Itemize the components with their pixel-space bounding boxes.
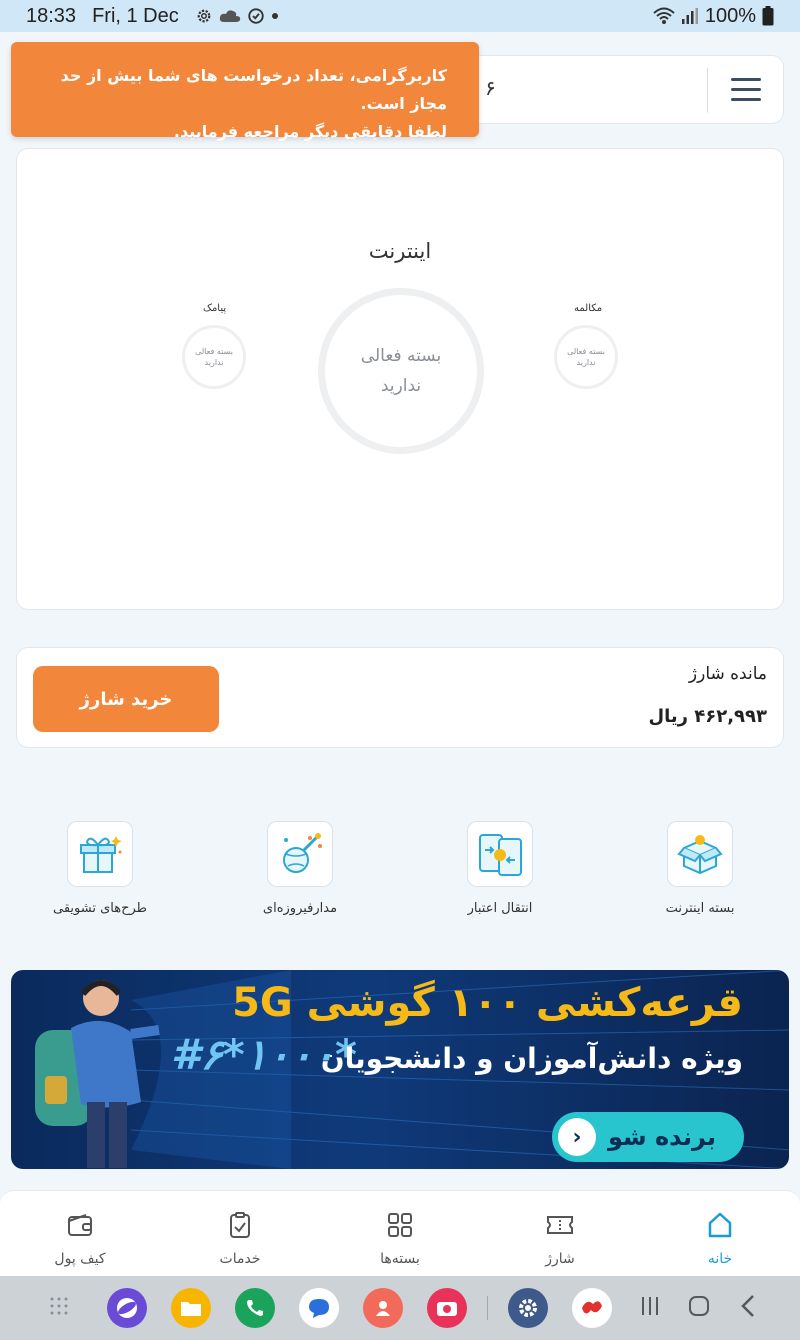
sync-status-icon — [248, 8, 264, 24]
back-button[interactable] — [740, 1294, 756, 1325]
service-label: انتقال اعتبار — [467, 901, 533, 916]
student-illustration — [35, 980, 160, 1168]
charge-balance-label: مانده شارژ — [688, 664, 767, 684]
charge-balance-amount: ۴۶۲,۹۹۳ ریال — [648, 706, 767, 727]
bottom-navigation: خانه شارژ بسته‌ها خدمات کیف پول — [0, 1190, 800, 1276]
nav-home[interactable]: خانه — [660, 1211, 780, 1267]
settings-status-icon — [197, 9, 211, 23]
sms-status-line-2: ندارید — [204, 358, 224, 367]
signal-icon — [681, 8, 698, 24]
recents-button[interactable] — [640, 1294, 660, 1324]
sms-label: پیامک — [203, 303, 227, 314]
messages-app-icon[interactable] — [299, 1288, 339, 1328]
nav-charge[interactable]: شارژ — [500, 1211, 620, 1267]
top-bar-divider — [707, 68, 708, 113]
home-button[interactable] — [688, 1294, 710, 1324]
nav-label: کیف پول — [54, 1251, 106, 1267]
wifi-icon — [653, 7, 675, 24]
toast-line-1: کاربرگرامی، تعداد درخواست های شما بیش از… — [60, 66, 447, 113]
service-credit-transfer[interactable]: انتقال اعتبار — [430, 821, 570, 916]
contacts-app-icon[interactable] — [363, 1288, 403, 1328]
menu-icon[interactable] — [731, 78, 761, 102]
call-status-line-1: بسته فعالی — [567, 347, 605, 356]
promo-banner[interactable]: #۶*۱۰۰۰* قرعه‌کشی ۱۰۰ گوشی 5G ویژه دانش‌… — [11, 970, 789, 1169]
buy-charge-button[interactable]: خرید شارژ — [33, 666, 219, 732]
call-ring[interactable]: بسته فعالی ندارید — [554, 325, 618, 389]
internet-package-icon — [667, 821, 733, 887]
call-status-line-2: ندارید — [576, 358, 596, 367]
packages-card[interactable]: اینترنت پیامک بسته فعالی ندارید بسته فعال… — [16, 148, 784, 610]
banner-cta-label: برنده شو — [608, 1123, 716, 1151]
settings-app-icon[interactable] — [508, 1288, 548, 1328]
service-label: بسته اینترنت — [665, 901, 735, 916]
sms-ring[interactable]: بسته فعالی ندارید — [182, 325, 246, 389]
nav-label: شارژ — [545, 1251, 575, 1267]
error-toast: کاربرگرامی، تعداد درخواست های شما بیش از… — [11, 42, 479, 141]
turquoise-orbit-icon — [267, 821, 333, 887]
credit-transfer-icon — [467, 821, 533, 887]
phone-app-icon[interactable] — [235, 1288, 275, 1328]
status-bar: 18:33 Fri, 1 Dec 100% — [0, 0, 800, 32]
home-icon — [708, 1212, 732, 1238]
service-label: طرح‌های تشویقی — [53, 901, 147, 916]
charge-card: مانده شارژ ۴۶۲,۹۹۳ ریال خرید شارژ — [16, 647, 784, 748]
wallet-icon — [68, 1214, 92, 1236]
status-date: Fri, 1 Dec — [92, 4, 179, 27]
nav-label: خانه — [707, 1251, 733, 1267]
app-drawer-icon[interactable] — [48, 1294, 70, 1324]
taskbar-divider — [487, 1296, 488, 1320]
service-internet-package[interactable]: بسته اینترنت — [630, 821, 770, 916]
chevron-left-icon: ‹ — [558, 1118, 596, 1156]
internet-ring[interactable]: بسته فعالی ندارید — [318, 288, 484, 454]
gift-icon — [67, 821, 133, 887]
camera-app-icon[interactable] — [427, 1288, 467, 1328]
nav-services[interactable]: خدمات — [180, 1211, 300, 1267]
banner-cta-button[interactable]: برنده شو ‹ — [552, 1112, 744, 1162]
internet-status-line-2: ندارید — [380, 376, 422, 396]
call-label: مکالمه — [574, 303, 603, 314]
ticket-icon — [547, 1216, 573, 1234]
banner-headline: قرعه‌کشی ۱۰۰ گوشی 5G — [232, 980, 743, 1026]
operator-app-icon[interactable] — [572, 1288, 612, 1328]
nav-label: بسته‌ها — [380, 1251, 420, 1267]
files-app-icon[interactable] — [171, 1288, 211, 1328]
service-label: مدارفیروزه‌ای — [262, 901, 338, 916]
sms-status-line-1: بسته فعالی — [195, 347, 233, 356]
packages-title: اینترنت — [368, 239, 432, 263]
toast-line-2: لطفا دقایقی دیگر مراجعه فرمایید. — [173, 122, 447, 141]
browser-app-icon[interactable] — [107, 1288, 147, 1328]
internet-status-line-1: بسته فعالی — [360, 346, 442, 366]
top-bar-partial-number: ۶ — [485, 76, 496, 100]
nav-packages[interactable]: بسته‌ها — [340, 1211, 460, 1267]
status-time: 18:33 — [26, 4, 77, 27]
dot-status-icon — [271, 13, 278, 19]
service-incentive-plans[interactable]: طرح‌های تشویقی — [30, 821, 170, 916]
service-turquoise-orbit[interactable]: مدارفیروزه‌ای — [230, 821, 370, 916]
nav-wallet[interactable]: کیف پول — [20, 1211, 140, 1267]
battery-icon — [762, 6, 774, 26]
grid-icon — [388, 1213, 412, 1237]
cloud-status-icon — [219, 10, 240, 22]
clipboard-check-icon — [230, 1212, 250, 1238]
android-taskbar — [0, 1276, 800, 1340]
banner-subline: ویژه دانش‌آموزان و دانشجویان — [320, 1042, 743, 1075]
battery-percentage: 100% — [704, 4, 756, 27]
nav-label: خدمات — [219, 1251, 261, 1267]
